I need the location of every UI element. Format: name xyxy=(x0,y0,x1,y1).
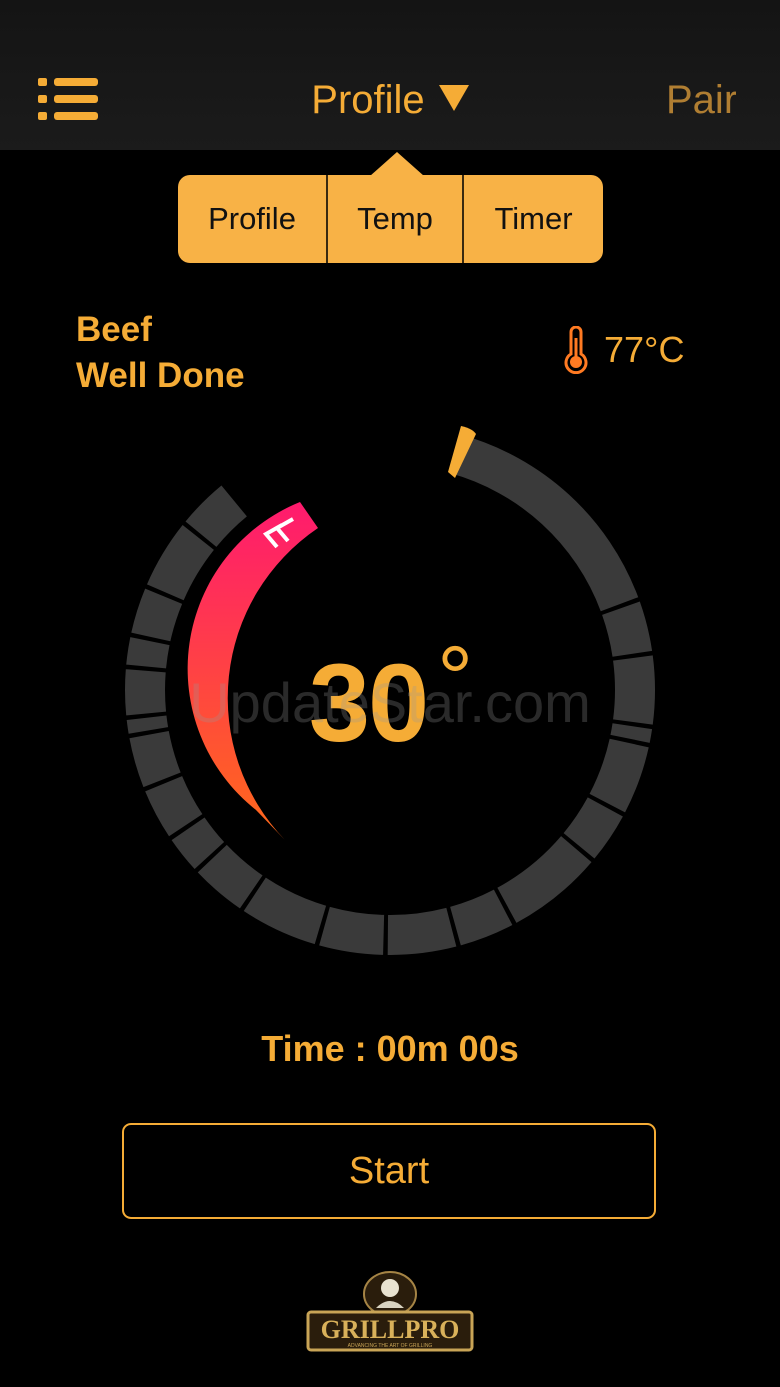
popover-arrow xyxy=(370,152,424,176)
target-temperature-value: 77°C xyxy=(604,329,685,370)
pair-button[interactable]: Pair xyxy=(666,78,736,123)
elapsed-time: Time : 00m 00s xyxy=(261,1028,519,1069)
mode-dropdown[interactable]: Profile xyxy=(0,78,780,123)
mode-dropdown-label: Profile xyxy=(311,78,425,122)
profile-name: Beef Well Done xyxy=(76,307,245,399)
gauge-track-segment xyxy=(497,836,592,923)
gauge-track-segment xyxy=(243,877,327,945)
doneness-label: Well Done xyxy=(76,356,245,395)
logo-wordmark: GRILLPRO xyxy=(321,1315,460,1344)
start-button[interactable]: Start xyxy=(122,1123,656,1219)
navigation-bar: Profile Pair xyxy=(0,0,780,150)
logo-tagline: ADVANCING THE ART OF GRILLING xyxy=(348,1343,433,1349)
caret-down-icon xyxy=(438,85,469,111)
segment-timer[interactable]: Timer xyxy=(462,175,603,263)
gauge-track-segment xyxy=(450,434,639,612)
grillpro-logo: GRILLPRO ADVANCING THE ART OF GRILLING xyxy=(306,1271,474,1352)
segment-profile[interactable]: Profile xyxy=(178,175,326,263)
gauge-track-segment xyxy=(319,906,385,955)
gauge-track-segment xyxy=(387,907,457,955)
watermark: UpdateStar.com xyxy=(189,671,591,734)
segment-temp[interactable]: Temp xyxy=(326,175,462,263)
mode-segmented-control: Profile Temp Timer xyxy=(178,175,603,263)
meat-label: Beef xyxy=(76,310,152,349)
target-temperature: 77°C xyxy=(560,326,684,374)
thermometer-icon xyxy=(564,326,588,374)
